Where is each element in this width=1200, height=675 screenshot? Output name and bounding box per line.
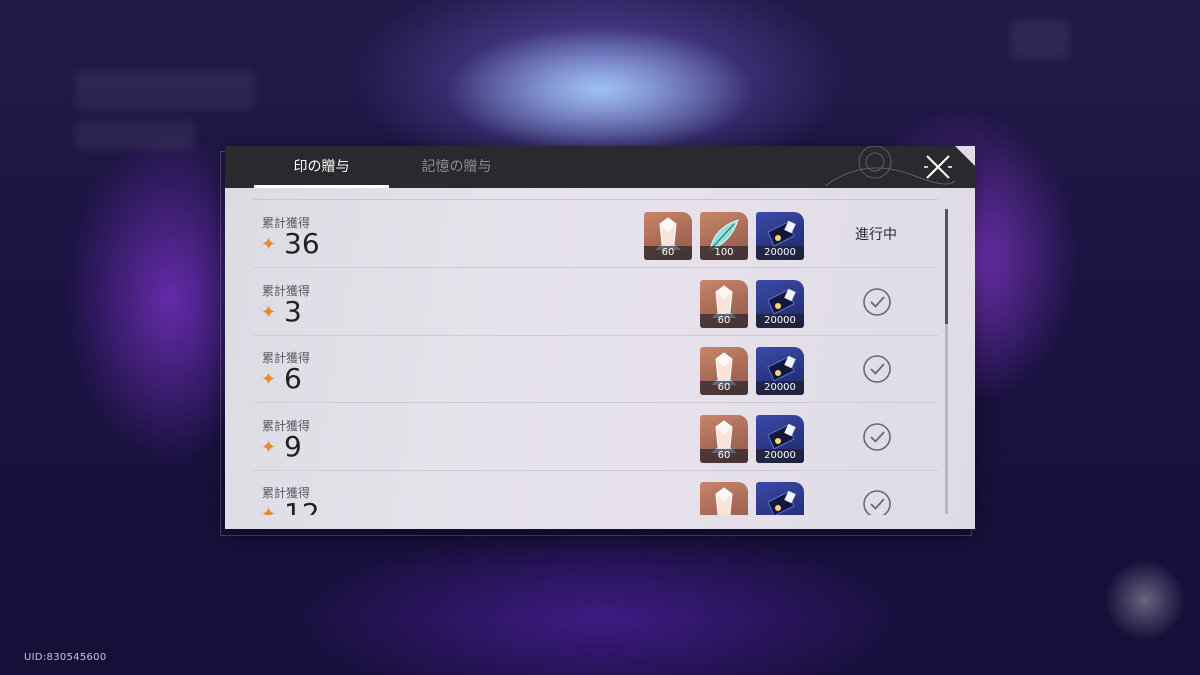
checkmark-icon — [862, 422, 892, 452]
row-threshold-value: 12 — [284, 497, 320, 516]
background-ghost-panel — [1010, 20, 1070, 60]
reward-count: 60 — [700, 381, 748, 395]
checkmark-icon — [862, 354, 892, 384]
sparkle-icon: ✦ — [261, 234, 277, 255]
reward-item[interactable]: 20000 — [756, 212, 804, 260]
reward-list[interactable]: 累計獲得 ✦ 36 60 100 20000 進行中 累計獲得 ✦ 3 60 20000 累計獲得 ✦ 6 6… — [253, 199, 938, 515]
sparkle-icon: ✦ — [261, 369, 277, 390]
row-threshold-value: 6 — [284, 362, 302, 395]
background-ghost-panel — [75, 120, 195, 150]
checkmark-icon — [862, 489, 892, 515]
reward-item[interactable]: 20000 — [756, 482, 804, 515]
scrollbar-thumb[interactable] — [945, 209, 948, 324]
reward-count: 60 — [700, 448, 748, 463]
reward-item[interactable]: 60 — [700, 414, 748, 463]
reward-count: 100 — [700, 246, 748, 260]
reward-count: 20000 — [756, 313, 804, 328]
status-in-progress: 進行中 — [855, 227, 897, 243]
tab-active-underline — [254, 185, 389, 188]
row-threshold-value: 9 — [284, 429, 302, 463]
reward-row: 累計獲得✦126020000 — [253, 470, 938, 515]
background-ghost-panel — [75, 70, 255, 110]
tab-seal-gift-label: 印の贈与 — [293, 159, 350, 175]
ticket-icon — [767, 490, 796, 515]
uid-label: UID:830545600 — [24, 652, 107, 663]
reward-item[interactable]: 20000 — [756, 279, 804, 328]
tab-seal-gift[interactable]: 印の贈与 — [254, 146, 389, 188]
checkmark-icon — [862, 287, 892, 317]
reward-item[interactable]: 20000 — [756, 414, 804, 463]
reward-count: 20000 — [756, 246, 804, 260]
reward-item[interactable]: 60 — [644, 212, 692, 260]
reward-item[interactable]: 60 — [700, 347, 748, 395]
reward-count: 60 — [700, 313, 748, 328]
tab-memory-gift-label: 記憶の贈与 — [421, 159, 492, 175]
row-threshold-value: 3 — [284, 294, 302, 328]
sparkle-icon: ✦ — [261, 504, 277, 516]
reward-row: 累計獲得 ✦ 6 60 20000 — [253, 335, 938, 403]
close-icon — [924, 155, 952, 179]
reward-item[interactable]: 60 — [700, 482, 748, 515]
reward-count: 60 — [644, 246, 692, 260]
tab-memory-gift[interactable]: 記憶の贈与 — [389, 146, 524, 188]
reward-count: 20000 — [756, 448, 804, 463]
sparkle-icon: ✦ — [261, 301, 277, 323]
reward-item[interactable]: 60 — [700, 279, 748, 328]
reward-count: 20000 — [756, 381, 804, 395]
close-button[interactable] — [923, 152, 953, 182]
row-threshold-value: 36 — [284, 227, 320, 260]
crystal-icon — [715, 487, 733, 515]
gift-dialog: 印の贈与 記憶の贈与 累計獲得 ✦ 36 60 100 20000 進行中 累計獲得 ✦ 3 60 2… — [225, 146, 975, 529]
reward-row: 累計獲得 ✦ 3 60 20000 — [253, 268, 938, 336]
reward-row: 累計獲得 ✦ 9 60 20000 — [253, 403, 938, 471]
reward-row: 累計獲得 ✦ 36 60 100 20000 進行中 — [253, 200, 938, 268]
sparkle-icon: ✦ — [261, 436, 277, 458]
reward-item[interactable]: 20000 — [756, 347, 804, 395]
dialog-header: 印の贈与 記憶の贈与 — [225, 146, 975, 188]
reward-item[interactable]: 100 — [700, 212, 748, 260]
